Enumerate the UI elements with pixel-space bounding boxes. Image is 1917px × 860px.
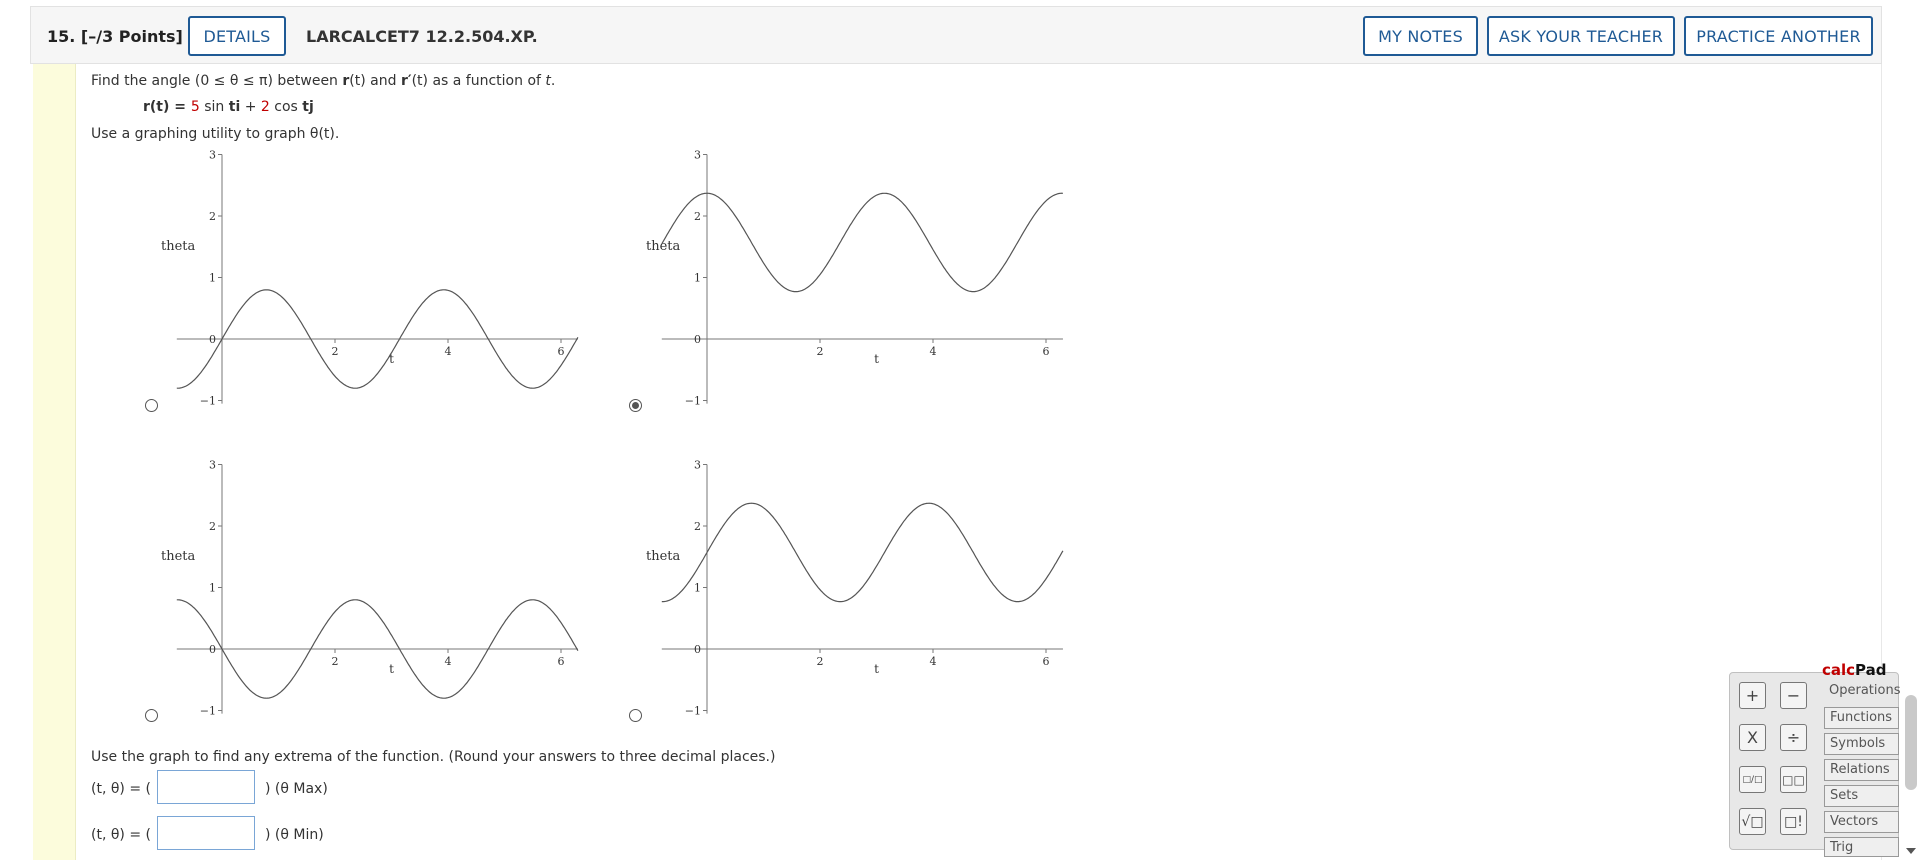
x-axis-label: t	[389, 352, 394, 366]
answer-row-max-prefix: (t, θ) = (	[91, 781, 151, 797]
y-tick-label: 0	[209, 643, 216, 656]
question-number-points: 15. [–/3 Points]	[47, 27, 183, 46]
calc-tab-relations[interactable]: Relations	[1824, 759, 1899, 781]
calc-exponent-button[interactable]: □□	[1780, 766, 1807, 793]
x-tick-label: 2	[332, 345, 339, 358]
y-tick-label: 3	[209, 149, 216, 162]
x-axis-label: t	[874, 352, 879, 366]
y-axis-label: theta	[161, 239, 196, 254]
y-tick-label: 2	[209, 520, 216, 533]
x-tick-label: 4	[445, 345, 452, 358]
x-tick-label: 2	[817, 345, 824, 358]
calc-tab-operations[interactable]: Operations	[1824, 681, 1900, 703]
calc-minus-button[interactable]: −	[1780, 682, 1807, 709]
answer-row-min-prefix: (t, θ) = (	[91, 827, 151, 843]
x-tick-label: 6	[1043, 345, 1050, 358]
question-prompt: Find the angle (0 ≤ θ ≤ π) between r(t) …	[91, 73, 556, 89]
graph-option-top-right: 3 2 1 0 −1 2 4 6 theta t	[640, 147, 1080, 416]
calc-times-button[interactable]: X	[1739, 724, 1766, 751]
y-tick-label: 1	[694, 272, 701, 285]
x-tick-label: 2	[817, 655, 824, 668]
x-tick-label: 6	[558, 655, 565, 668]
y-axis-label: theta	[161, 549, 196, 564]
x-tick-label: 4	[930, 345, 937, 358]
x-axis-label: t	[389, 662, 394, 676]
theta-max-input[interactable]	[157, 770, 255, 804]
vector-equation: r(t) = 5 sin ti + 2 cos tj	[143, 99, 314, 115]
calc-plus-button[interactable]: +	[1739, 682, 1766, 709]
y-tick-label: 3	[209, 459, 216, 472]
my-notes-button[interactable]: MY NOTES	[1363, 16, 1478, 56]
calc-tab-functions[interactable]: Functions	[1824, 707, 1899, 729]
calc-tab-vectors[interactable]: Vectors	[1824, 811, 1899, 833]
calc-sqrt-button[interactable]: √□	[1739, 808, 1766, 835]
x-tick-label: 4	[930, 655, 937, 668]
y-tick-label: 0	[209, 333, 216, 346]
theta-curve	[661, 502, 1064, 603]
y-tick-label: 1	[209, 582, 216, 595]
details-button[interactable]: DETAILS	[188, 16, 286, 56]
calc-fraction-button[interactable]: □/□	[1739, 766, 1766, 793]
calc-tab-symbols[interactable]: Symbols	[1824, 733, 1899, 755]
y-tick-label: −1	[685, 395, 701, 408]
problem-code: LARCALCET7 12.2.504.XP.	[306, 27, 538, 46]
scroll-down-arrow-icon[interactable]	[1906, 848, 1916, 854]
graph-bottom-right-svg: 3 2 1 0 −1 2 4 6 theta t	[646, 459, 1064, 718]
y-tick-label: 3	[694, 459, 701, 472]
graph-option-top-left: 3 2 1 0 −1 2 4 6 theta t	[155, 147, 595, 416]
question-sidebar-strip	[33, 64, 76, 860]
radio-option-top-right[interactable]	[629, 399, 642, 412]
theta-curve	[661, 192, 1063, 293]
calc-tab-trig[interactable]: Trig	[1824, 837, 1899, 857]
y-tick-label: 1	[694, 582, 701, 595]
graph-option-bottom-right: 3 2 1 0 −1 2 4 6 theta t	[640, 457, 1080, 726]
extrema-instruction: Use the graph to find any extrema of the…	[91, 749, 776, 765]
answer-row-max-suffix: ) (θ Max)	[265, 781, 328, 797]
calcpad-title[interactable]: calcPad	[1822, 661, 1887, 679]
graph-top-right-svg: 3210−12 4 6thetat	[646, 149, 1063, 408]
graph-instruction: Use a graphing utility to graph θ(t).	[91, 126, 340, 142]
y-tick-label: 0	[694, 643, 701, 656]
y-tick-label: 3	[694, 149, 701, 162]
radio-option-top-left[interactable]	[145, 399, 158, 412]
answer-row-min-suffix: ) (θ Min)	[265, 827, 324, 843]
graph-top-left-svg: 3 2 1 0 −1 2 4 6 theta t	[161, 149, 579, 408]
graph-bottom-left-svg: 3 2 1 0 −1 2 4 6 theta t	[161, 459, 579, 718]
question-header: 15. [–/3 Points] DETAILS LARCALCET7 12.2…	[30, 6, 1882, 64]
x-tick-label: 4	[445, 655, 452, 668]
y-tick-label: −1	[200, 705, 216, 718]
y-tick-label: 2	[694, 520, 701, 533]
ask-your-teacher-button[interactable]: ASK YOUR TEACHER	[1487, 16, 1675, 56]
calc-tab-sets[interactable]: Sets	[1824, 785, 1899, 807]
x-axis-label: t	[874, 662, 879, 676]
graph-option-bottom-left: 3 2 1 0 −1 2 4 6 theta t	[155, 457, 595, 726]
x-tick-label: 6	[1043, 655, 1050, 668]
theta-min-input[interactable]	[157, 816, 255, 850]
calc-divide-button[interactable]: ÷	[1780, 724, 1807, 751]
calc-factorial-button[interactable]: □!	[1780, 808, 1807, 835]
y-tick-label: 2	[209, 210, 216, 223]
y-tick-label: 0	[694, 333, 701, 346]
page-scrollbar-thumb[interactable]	[1905, 695, 1917, 790]
x-tick-label: 2	[332, 655, 339, 668]
y-tick-label: 1	[209, 272, 216, 285]
radio-option-bottom-right[interactable]	[629, 709, 642, 722]
practice-another-button[interactable]: PRACTICE ANOTHER	[1684, 16, 1873, 56]
y-tick-label: 2	[694, 210, 701, 223]
question-points: [–/3 Points]	[80, 27, 183, 46]
question-number: 15.	[47, 27, 76, 46]
radio-option-bottom-left[interactable]	[145, 709, 158, 722]
y-axis-label: theta	[646, 549, 681, 564]
x-tick-label: 6	[558, 345, 565, 358]
y-tick-label: −1	[200, 395, 216, 408]
y-tick-label: −1	[685, 705, 701, 718]
